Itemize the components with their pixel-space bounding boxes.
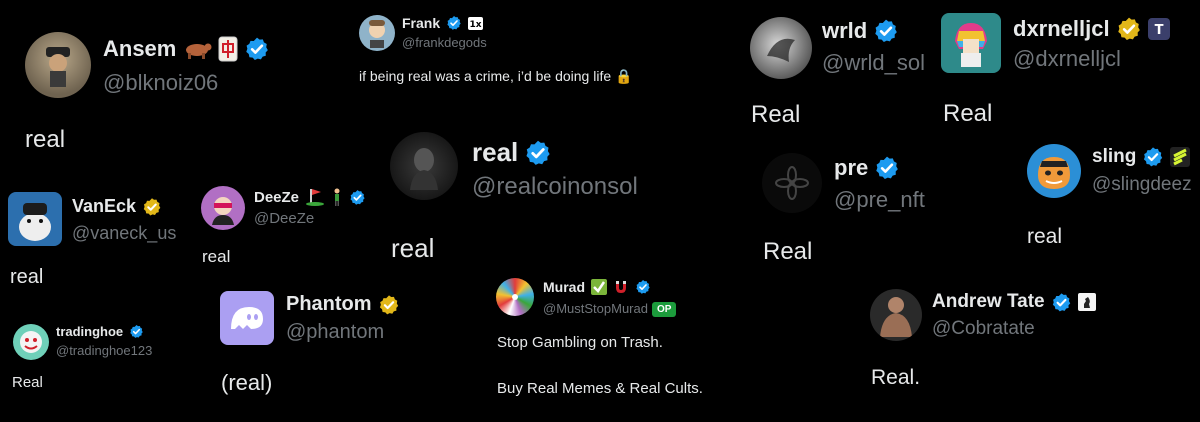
display-name[interactable]: Phantom [286, 293, 400, 316]
handle[interactable]: @MustStopMurad OP [543, 301, 677, 318]
avatar[interactable] [941, 13, 1001, 73]
avatar[interactable] [762, 153, 822, 213]
chess-badge-icon [1077, 293, 1096, 311]
display-name-text: real [472, 137, 519, 167]
display-name-text: tradinghoe [56, 324, 124, 339]
handle[interactable]: @Cobratate [932, 318, 1035, 340]
handle[interactable]: @frankdegods [402, 35, 487, 50]
display-name[interactable]: wrld [822, 18, 899, 44]
display-name[interactable]: sling [1092, 146, 1191, 168]
svg-text:1x: 1x [470, 20, 482, 30]
post-text: (real) [221, 370, 273, 395]
avatar[interactable] [870, 289, 922, 341]
avatar[interactable] [1027, 144, 1081, 198]
handle[interactable]: @vaneck_us [72, 223, 176, 244]
post-text-line-2: Buy Real Memes & Real Cults. [497, 380, 703, 397]
avatar[interactable] [201, 186, 245, 230]
display-name[interactable]: Ansem [103, 36, 270, 62]
post-text: Real [943, 100, 993, 127]
blue-check-icon [446, 15, 462, 31]
display-name-text: dxrnelljcl [1013, 16, 1110, 41]
lightning-badge-icon [1170, 147, 1191, 167]
t-badge-icon: T [1147, 18, 1170, 40]
handle[interactable]: @phantom [286, 321, 384, 344]
display-name[interactable]: VanEck [72, 196, 162, 217]
handle[interactable]: @wrld_sol [822, 50, 925, 76]
avatar[interactable] [220, 291, 274, 345]
display-name[interactable]: real [472, 137, 552, 168]
blue-check-icon [524, 139, 552, 167]
display-name[interactable]: pre [834, 155, 900, 181]
display-name[interactable]: tradinghoe [56, 324, 144, 339]
ox-emoji [182, 38, 212, 60]
svg-text:T: T [1154, 23, 1163, 38]
op-badge: OP [651, 302, 677, 318]
gold-check-icon [378, 294, 400, 316]
display-name-text: VanEck [72, 196, 137, 216]
blue-check-icon [873, 18, 899, 44]
display-name[interactable]: DeeZe [254, 188, 366, 206]
mahjong-tile-emoji [218, 36, 238, 62]
golfer-emoji [331, 188, 343, 206]
avatar[interactable] [13, 324, 49, 360]
post-text: Real. [871, 366, 921, 389]
display-name[interactable]: dxrnelljcl T [1013, 16, 1170, 42]
display-name-text: DeeZe [254, 188, 300, 206]
gold-check-icon [142, 197, 162, 217]
display-name-text: Frank [402, 15, 441, 31]
blue-check-icon [1051, 292, 1072, 313]
handle[interactable]: @tradinghoe123 [56, 343, 152, 358]
blue-check-icon [1142, 146, 1164, 168]
post-text: if being real was a crime, i’d be doing … [359, 68, 633, 84]
display-name-text: Ansem [103, 36, 177, 61]
blue-check-icon [129, 324, 144, 339]
display-name-text: Phantom [286, 293, 372, 315]
post-text: real [10, 266, 44, 288]
display-name[interactable]: Murad [543, 279, 651, 295]
post-text: Real [763, 238, 813, 265]
gold-check-icon [1116, 16, 1142, 42]
display-name[interactable]: Frank 1x [402, 15, 484, 31]
avatar[interactable] [8, 192, 62, 246]
handle[interactable]: @dxrnelljcl [1013, 46, 1121, 72]
handle[interactable]: @slingdeez [1092, 174, 1192, 196]
display-name[interactable]: Andrew Tate [932, 291, 1096, 313]
post-text: real [1027, 225, 1063, 248]
post-text: Real [751, 101, 801, 128]
post-text: real [25, 126, 66, 153]
handle[interactable]: @pre_nft [834, 187, 925, 213]
display-name-text: Murad [543, 279, 585, 295]
blue-check-icon [635, 279, 651, 295]
display-name-text: wrld [822, 18, 868, 43]
post-text-line-1: Stop Gambling on Trash. [497, 334, 663, 351]
avatar[interactable] [25, 32, 91, 98]
avatar[interactable] [496, 278, 534, 316]
blue-check-icon [244, 36, 270, 62]
blue-check-icon [874, 155, 900, 181]
golf-emoji [305, 188, 325, 206]
handle-text: @MustStopMurad [543, 301, 648, 316]
display-name-text: pre [834, 155, 869, 180]
tag-icon: 1x [468, 16, 484, 30]
magnet-emoji [613, 279, 629, 295]
avatar[interactable] [359, 15, 395, 51]
blue-check-icon [349, 189, 366, 206]
post-text: real [391, 233, 435, 263]
post-text: real [202, 247, 231, 266]
handle[interactable]: @blknoiz06 [103, 70, 218, 96]
display-name-text: sling [1092, 146, 1137, 167]
display-name-text: Andrew Tate [932, 291, 1045, 312]
handle[interactable]: @DeeZe [254, 210, 314, 227]
handle[interactable]: @realcoinonsol [472, 173, 638, 201]
check-box-emoji [591, 279, 607, 295]
avatar[interactable] [750, 17, 812, 79]
avatar[interactable] [390, 132, 458, 200]
post-text: Real [12, 374, 43, 391]
